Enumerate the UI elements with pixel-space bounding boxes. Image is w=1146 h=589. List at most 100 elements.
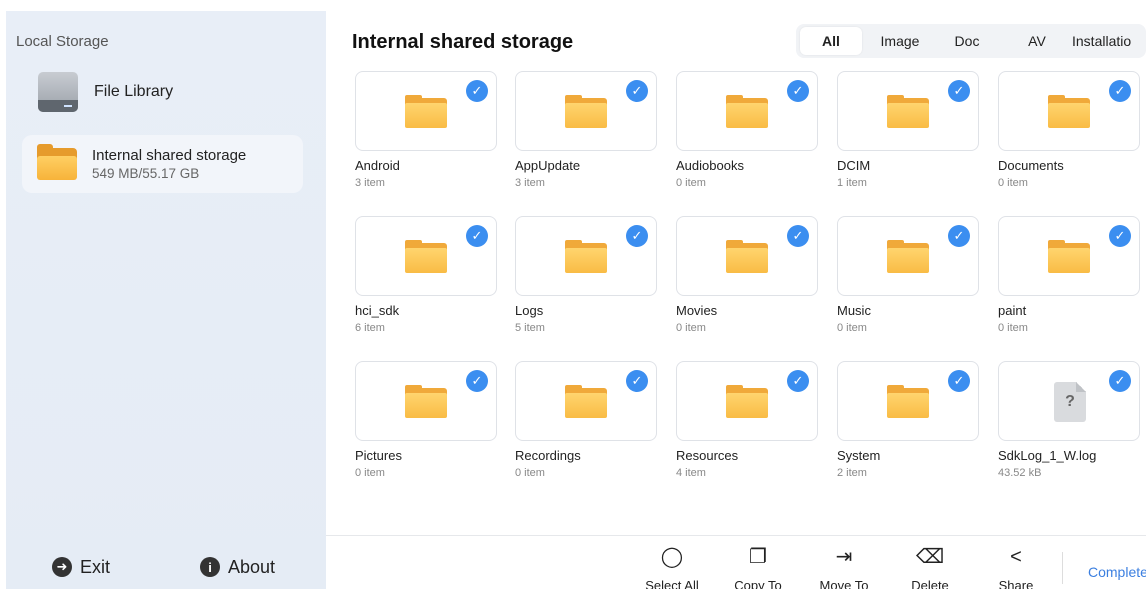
check-icon[interactable]: ✓ xyxy=(1109,370,1131,392)
item-thumbnail: ✓ xyxy=(837,361,979,441)
check-icon[interactable]: ✓ xyxy=(787,370,809,392)
item-thumbnail: ✓ xyxy=(355,71,497,151)
check-icon[interactable]: ✓ xyxy=(787,225,809,247)
complete-button[interactable]: Complete xyxy=(1088,564,1146,580)
tab-installation[interactable]: Installatio xyxy=(1072,27,1146,55)
check-icon[interactable]: ✓ xyxy=(466,80,488,102)
check-icon[interactable]: ✓ xyxy=(466,370,488,392)
exit-button[interactable]: ➜ Exit xyxy=(52,554,110,580)
check-icon[interactable]: ✓ xyxy=(787,80,809,102)
grid-item[interactable]: ✓ Music 0 item xyxy=(837,216,979,356)
file-manager-app: Local Storage File Library Internal shar… xyxy=(0,0,1146,589)
item-count: 43.52 kB xyxy=(998,467,1042,479)
copy-to-label: Copy To xyxy=(734,578,782,589)
filter-tabs: All Image Doc AV Installatio xyxy=(796,24,1146,58)
drive-icon xyxy=(38,72,78,112)
item-count: 0 item xyxy=(515,467,545,479)
grid-item[interactable]: ✓ Resources 4 item xyxy=(676,361,818,501)
move-to-label: Move To xyxy=(819,578,869,589)
grid-item[interactable]: ? ✓ SdkLog_1_W.log 43.52 kB xyxy=(998,361,1140,501)
copy-to-button[interactable]: ❐ Copy To xyxy=(718,544,798,589)
grid-item[interactable]: ✓ Documents 0 item xyxy=(998,71,1140,211)
grid-item[interactable]: ✓ hci_sdk 6 item xyxy=(355,216,497,356)
share-label: Share xyxy=(998,578,1034,589)
sidebar-item-label: File Library xyxy=(94,83,174,100)
check-icon[interactable]: ✓ xyxy=(466,225,488,247)
page-title: Internal shared storage xyxy=(352,31,574,53)
check-icon[interactable]: ✓ xyxy=(1109,80,1131,102)
sidebar: Local Storage File Library Internal shar… xyxy=(0,11,326,589)
folder-icon xyxy=(565,95,607,128)
grid-item[interactable]: ✓ System 2 item xyxy=(837,361,979,501)
toolbar-divider xyxy=(1062,552,1063,584)
check-icon[interactable]: ✓ xyxy=(626,225,648,247)
item-count: 3 item xyxy=(355,177,385,189)
tab-image[interactable]: Image xyxy=(868,27,932,55)
item-thumbnail: ? ✓ xyxy=(998,361,1140,441)
item-count: 6 item xyxy=(355,322,385,334)
trash-icon: ⌫ xyxy=(915,546,945,568)
check-icon[interactable]: ✓ xyxy=(948,370,970,392)
storage-name: Internal shared storage xyxy=(92,146,247,164)
tab-all[interactable]: All xyxy=(800,27,862,55)
storage-size: 549 MB/55.17 GB xyxy=(92,165,200,181)
item-thumbnail: ✓ xyxy=(515,361,657,441)
bottom-toolbar: ◯ Select All ❐ Copy To ⇥ Move To ⌫ Delet… xyxy=(326,535,1146,589)
unknown-file-icon: ? xyxy=(1054,382,1086,422)
grid-item[interactable]: ✓ DCIM 1 item xyxy=(837,71,979,211)
folder-icon xyxy=(565,385,607,418)
check-circle-icon: ◯ xyxy=(660,546,684,568)
folder-icon xyxy=(887,385,929,418)
item-thumbnail: ✓ xyxy=(676,216,818,296)
folder-icon xyxy=(37,144,77,180)
grid-item[interactable]: ✓ Android 3 item xyxy=(355,71,497,211)
item-name: Android xyxy=(355,158,400,173)
delete-label: Delete xyxy=(911,578,949,589)
grid-item[interactable]: ✓ paint 0 item xyxy=(998,216,1140,356)
check-icon[interactable]: ✓ xyxy=(948,225,970,247)
item-thumbnail: ✓ xyxy=(998,216,1140,296)
grid-item[interactable]: ✓ Recordings 0 item xyxy=(515,361,657,501)
item-count: 0 item xyxy=(676,322,706,334)
folder-icon xyxy=(726,385,768,418)
grid-item[interactable]: ✓ Logs 5 item xyxy=(515,216,657,356)
check-icon[interactable]: ✓ xyxy=(948,80,970,102)
move-to-button[interactable]: ⇥ Move To xyxy=(804,544,884,589)
item-name: Pictures xyxy=(355,448,402,463)
item-count: 0 item xyxy=(837,322,867,334)
grid-item[interactable]: ✓ Pictures 0 item xyxy=(355,361,497,501)
item-count: 0 item xyxy=(998,322,1028,334)
item-thumbnail: ✓ xyxy=(355,216,497,296)
folder-icon xyxy=(726,240,768,273)
tab-av[interactable]: AV xyxy=(1006,27,1068,55)
sidebar-item-file-library[interactable]: File Library xyxy=(22,67,308,117)
folder-icon xyxy=(1048,240,1090,273)
item-thumbnail: ✓ xyxy=(837,71,979,151)
check-icon[interactable]: ✓ xyxy=(1109,225,1131,247)
item-thumbnail: ✓ xyxy=(676,361,818,441)
item-count: 3 item xyxy=(515,177,545,189)
delete-button[interactable]: ⌫ Delete xyxy=(890,544,970,589)
about-button[interactable]: i About xyxy=(200,554,275,580)
item-count: 0 item xyxy=(676,177,706,189)
grid-item[interactable]: ✓ Audiobooks 0 item xyxy=(676,71,818,211)
select-all-label: Select All xyxy=(645,578,699,589)
move-icon: ⇥ xyxy=(835,546,853,568)
sidebar-item-internal-storage[interactable]: Internal shared storage 549 MB/55.17 GB xyxy=(22,135,303,193)
grid-item[interactable]: ✓ Movies 0 item xyxy=(676,216,818,356)
select-all-button[interactable]: ◯ Select All xyxy=(632,544,712,589)
item-name: SdkLog_1_W.log xyxy=(998,448,1097,463)
check-icon[interactable]: ✓ xyxy=(626,80,648,102)
grid-item[interactable]: ✓ AppUpdate 3 item xyxy=(515,71,657,211)
folder-icon xyxy=(1048,95,1090,128)
item-name: Documents xyxy=(998,158,1064,173)
check-icon[interactable]: ✓ xyxy=(626,370,648,392)
folder-icon xyxy=(726,95,768,128)
share-button[interactable]: < Share xyxy=(976,544,1056,589)
item-name: hci_sdk xyxy=(355,303,400,318)
item-count: 0 item xyxy=(355,467,385,479)
folder-icon xyxy=(405,95,447,128)
item-name: Logs xyxy=(515,303,544,318)
about-label: About xyxy=(228,556,276,577)
tab-doc[interactable]: Doc xyxy=(936,27,998,55)
